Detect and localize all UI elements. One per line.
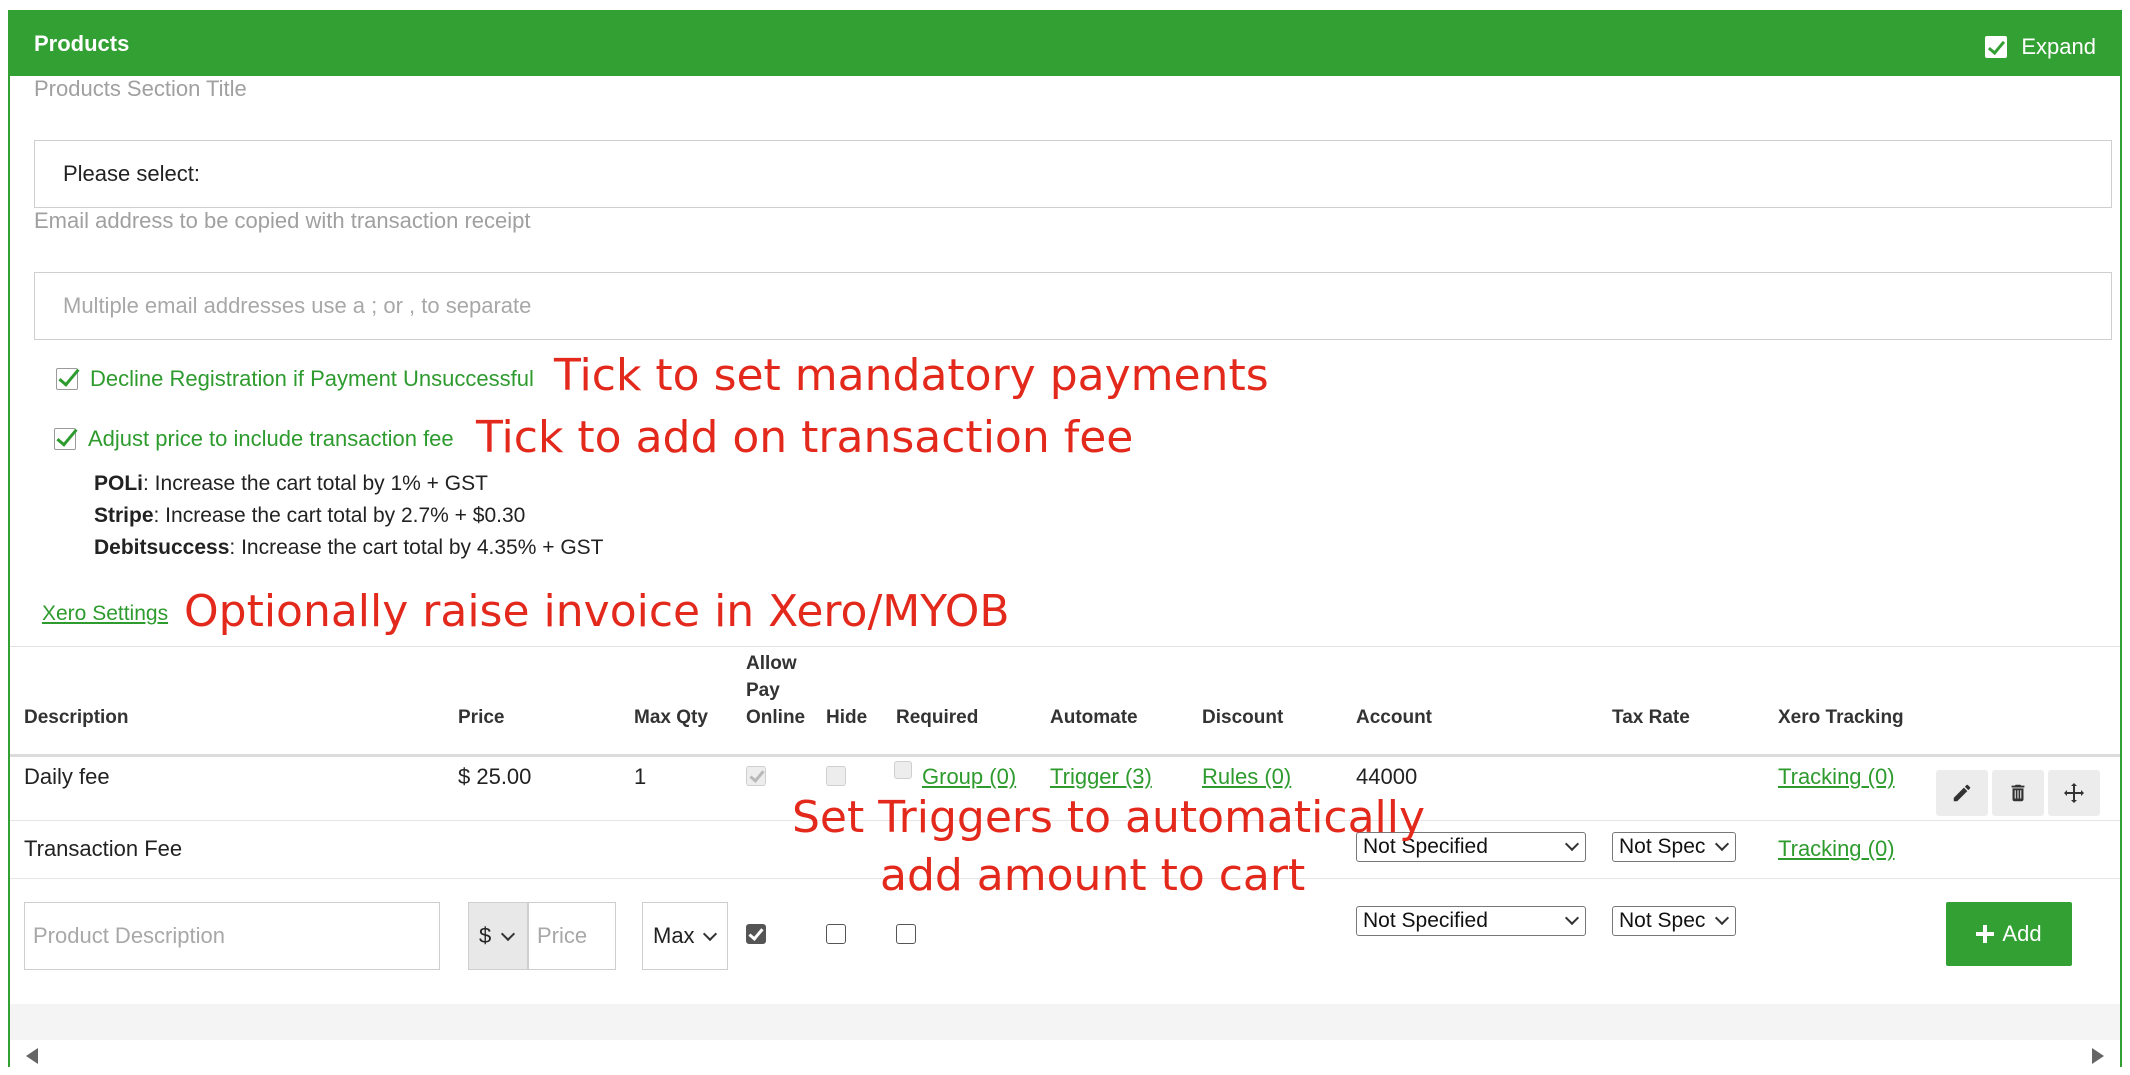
email-input[interactable] (34, 272, 2112, 340)
pencil-icon (1953, 784, 1971, 802)
adjust-price-option[interactable]: Adjust price to include transaction fee (54, 426, 454, 452)
edit-button[interactable] (1936, 770, 1988, 816)
price-input[interactable] (528, 902, 616, 970)
annotation-triggers-line1: Set Triggers to automatically (792, 792, 1426, 843)
header-divider (10, 754, 2120, 757)
chevron-down-icon (500, 926, 516, 942)
col-account: Account (1356, 707, 1432, 728)
new-allow-online-checkbox[interactable] (746, 924, 766, 944)
annotation-triggers-line2: add amount to cart (880, 850, 1306, 901)
section-title-label: Products Section Title (34, 76, 247, 101)
annotation-fee: Tick to add on transaction fee (476, 412, 1134, 463)
row1-hide-checkbox (826, 766, 846, 786)
trash-icon (2011, 784, 2025, 802)
add-label: Add (2002, 921, 2042, 946)
fee-provider: Stripe (94, 504, 154, 527)
col-allow-line: Online (746, 707, 806, 728)
move-icon (2064, 783, 2084, 803)
row2-tax-rate-select[interactable]: Not Spec (1612, 832, 1736, 862)
new-tax-rate-select[interactable]: Not Spec (1612, 906, 1736, 936)
annotation-mandatory: Tick to set mandatory payments (554, 350, 1269, 401)
divider (10, 646, 2120, 647)
max-qty-select[interactable]: Max (642, 902, 728, 970)
new-account-value: Not Specified (1363, 909, 1488, 932)
chevron-down-icon (702, 926, 718, 942)
chevron-down-icon (1714, 910, 1730, 926)
fee-text: : Increase the cart total by 1% + GST (143, 472, 488, 495)
plus-icon (1976, 925, 1995, 943)
col-allow-pay-online: Allow Pay Online (746, 650, 805, 731)
annotation-xero: Optionally raise invoice in Xero/MYOB (184, 586, 1010, 637)
adjust-price-label: Adjust price to include transaction fee (88, 426, 454, 451)
products-panel: Products Expand Products Section Title P… (8, 10, 2122, 1067)
arrow-left-icon[interactable] (26, 1048, 38, 1064)
row1-account: 44000 (1356, 764, 1418, 789)
expand-checkbox[interactable] (1985, 36, 2008, 58)
new-hide-checkbox[interactable] (826, 924, 846, 944)
panel-title: Products (34, 31, 130, 56)
col-max-qty: Max Qty (634, 707, 708, 728)
chevron-down-icon (1714, 836, 1730, 852)
row1-rules-link[interactable]: Rules (0) (1202, 764, 1291, 790)
decline-registration-option[interactable]: Decline Registration if Payment Unsucces… (56, 366, 534, 392)
row2-description: Transaction Fee (24, 836, 183, 861)
row1-required-checkbox (894, 761, 912, 779)
col-required: Required (896, 707, 979, 728)
decline-registration-checkbox[interactable] (56, 368, 78, 390)
col-allow-line: Allow (746, 653, 797, 674)
expand-label: Expand (2021, 34, 2096, 59)
adjust-price-checkbox[interactable] (54, 428, 76, 450)
fee-line-stripe: Stripe: Increase the cart total by 2.7% … (94, 504, 525, 528)
horizontal-scrollbar[interactable] (10, 1040, 2120, 1067)
max-qty-value: Max (653, 923, 695, 948)
col-discount: Discount (1202, 707, 1284, 728)
row1-trigger-link[interactable]: Trigger (3) (1050, 764, 1152, 790)
fee-line-poli: POLi: Increase the cart total by 1% + GS… (94, 472, 488, 496)
row2-tax-rate-value: Not Spec (1619, 835, 1706, 858)
delete-button[interactable] (1992, 770, 2044, 816)
col-allow-line: Pay (746, 680, 780, 701)
decline-registration-label: Decline Registration if Payment Unsucces… (90, 366, 534, 391)
fee-text: : Increase the cart total by 2.7% + $0.3… (153, 504, 526, 527)
table-footer (10, 1004, 2120, 1040)
section-title-select[interactable]: Please select: (34, 140, 2112, 208)
currency-value: $ (479, 923, 492, 948)
col-price: Price (458, 707, 505, 728)
expand-toggle[interactable]: Expand (1985, 34, 2096, 60)
fee-line-debitsuccess: Debitsuccess: Increase the cart total by… (94, 536, 604, 560)
arrow-right-icon[interactable] (2092, 1048, 2104, 1064)
products-header: Products Expand (10, 12, 2120, 76)
new-tax-rate-value: Not Spec (1619, 909, 1706, 932)
fee-provider: Debitsuccess (94, 536, 230, 559)
fee-provider: POLi (94, 472, 144, 495)
col-hide: Hide (826, 707, 868, 728)
row1-allow-online-checkbox (746, 766, 766, 786)
col-xero-tracking: Xero Tracking (1778, 707, 1904, 728)
new-required-checkbox[interactable] (896, 924, 916, 944)
col-automate: Automate (1050, 707, 1138, 728)
new-account-select[interactable]: Not Specified (1356, 906, 1586, 936)
col-description: Description (24, 707, 129, 728)
row1-tracking-link[interactable]: Tracking (0) (1778, 764, 1895, 790)
row1-max-qty: 1 (634, 764, 647, 789)
col-tax-rate: Tax Rate (1612, 707, 1690, 728)
chevron-down-icon (1564, 836, 1580, 852)
row1-price: $ 25.00 (458, 764, 532, 789)
product-description-input[interactable] (24, 902, 440, 970)
row1-description: Daily fee (24, 764, 110, 789)
row2-tracking-link[interactable]: Tracking (0) (1778, 836, 1895, 862)
move-button[interactable] (2048, 770, 2100, 816)
xero-settings-link[interactable]: Xero Settings (42, 602, 168, 626)
fee-text: : Increase the cart total by 4.35% + GST (229, 536, 604, 559)
chevron-down-icon (1564, 910, 1580, 926)
currency-select[interactable]: $ (468, 902, 528, 970)
section-title-value: Please select: (63, 161, 200, 186)
row1-group-link[interactable]: Group (0) (922, 764, 1016, 790)
email-label: Email address to be copied with transact… (34, 208, 531, 233)
add-product-button[interactable]: Add (1946, 902, 2072, 966)
